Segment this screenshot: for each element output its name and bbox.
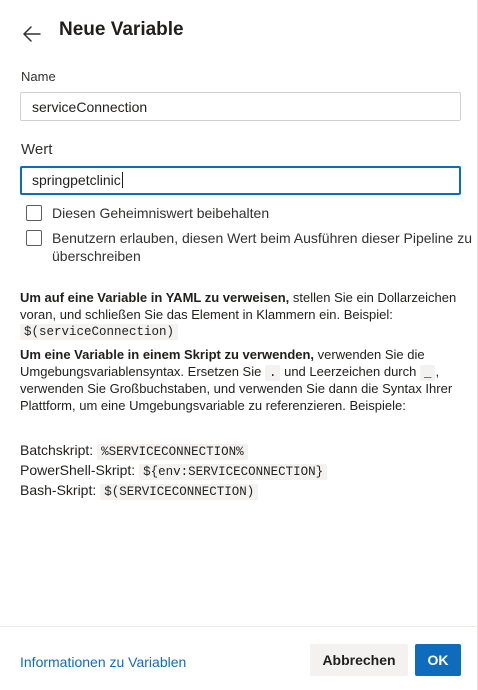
example-row-powershell: PowerShell-Skript: ${env:SERVICECONNECTIO… (20, 460, 460, 480)
example-code: %SERVICECONNECTION% (97, 444, 248, 460)
script-help-text: Um eine Variable in einem Skript zu verw… (20, 347, 460, 414)
ok-button[interactable]: OK (415, 644, 461, 676)
name-input[interactable] (20, 92, 461, 121)
panel-header: Neue Variable (0, 0, 478, 64)
secret-checkbox-row[interactable]: Diesen Geheimniswert beibehalten (26, 204, 472, 222)
dot-code: . (264, 364, 281, 381)
cancel-button[interactable]: Abbrechen (310, 644, 408, 676)
secret-checkbox-label: Diesen Geheimniswert beibehalten (52, 205, 270, 221)
script-help-bold: Um eine Variable in einem Skript zu verw… (20, 347, 315, 362)
arrow-left-icon (23, 26, 41, 42)
script-help-body-2: und Leerzeichen durch (280, 363, 420, 379)
override-checkbox-label: Benutzern erlauben, diesen Wert beim Aus… (52, 230, 472, 264)
panel-footer: Informationen zu Variablen Abbrechen OK (0, 626, 478, 690)
value-label: Wert (21, 141, 53, 158)
variables-info-link[interactable]: Informationen zu Variablen (20, 654, 186, 670)
underscore-code: _ (419, 364, 436, 381)
override-checkbox-row[interactable]: Benutzern erlauben, diesen Wert beim Aus… (26, 229, 472, 265)
yaml-example-code: $(serviceConnection) (20, 324, 179, 340)
override-checkbox[interactable] (26, 230, 42, 246)
example-code: $(SERVICECONNECTION) (100, 484, 259, 500)
value-input[interactable]: springpetclinic (20, 166, 461, 195)
back-button[interactable] (18, 21, 46, 47)
text-caret (121, 172, 123, 188)
script-examples: Batchskript: %SERVICECONNECTION% PowerShe… (20, 440, 460, 500)
yaml-help-text: Um auf eine Variable in YAML zu verweise… (20, 290, 460, 341)
example-code: ${env:SERVICECONNECTION} (139, 464, 328, 480)
example-label: Bash-Skript: (20, 482, 97, 498)
example-row-batch: Batchskript: %SERVICECONNECTION% (20, 440, 460, 460)
yaml-help-bold: Um auf eine Variable in YAML zu verweise… (20, 290, 290, 305)
page-title: Neue Variable (59, 19, 184, 40)
new-variable-panel: Neue Variable Name Wert springpetclinic … (0, 0, 478, 690)
example-row-bash: Bash-Skript: $(SERVICECONNECTION) (20, 480, 460, 500)
name-label: Name (21, 69, 56, 84)
example-label: PowerShell-Skript: (20, 462, 136, 478)
secret-checkbox[interactable] (26, 205, 42, 221)
value-input-text: springpetclinic (32, 172, 121, 188)
example-label: Batchskript: (20, 442, 94, 458)
